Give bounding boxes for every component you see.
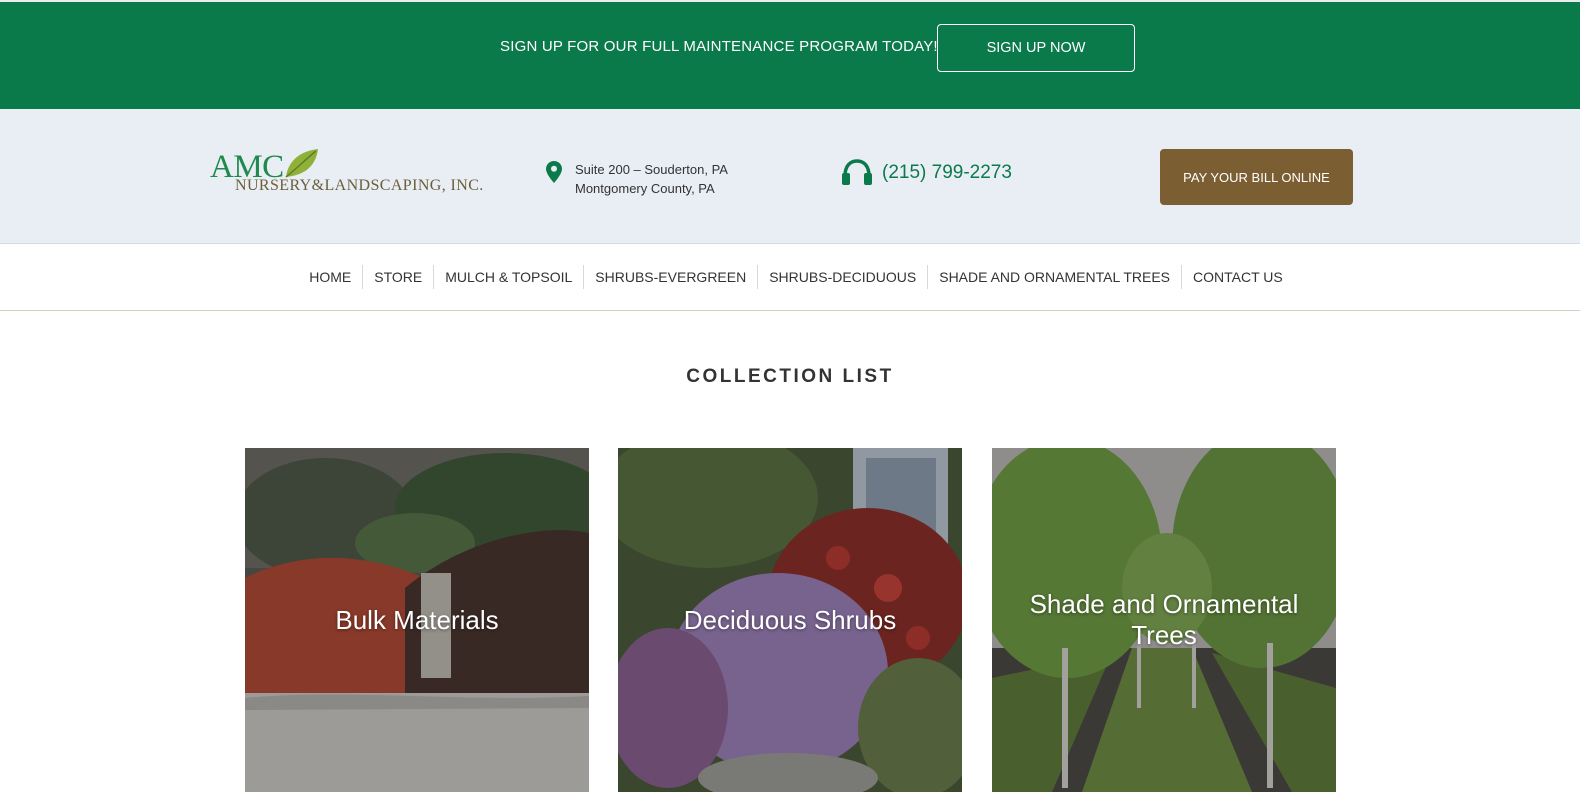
nav-item-shade-ornamental-trees[interactable]: SHADE AND ORNAMENTAL TREES (927, 265, 1181, 289)
site-header: AMC NURSERY&LANDSCAPING, INC. Suite 200 … (0, 109, 1580, 244)
nav-item-contact-us[interactable]: CONTACT US (1181, 265, 1294, 289)
collection-label: Deciduous Shrubs (683, 604, 897, 635)
nav-item-mulch-topsoil[interactable]: MULCH & TOPSOIL (433, 265, 583, 289)
collection-card-bulk-materials[interactable]: Bulk Materials (245, 448, 589, 792)
nav-item-shrubs-deciduous[interactable]: SHRUBS-DECIDUOUS (757, 265, 927, 289)
headphones-icon (842, 159, 872, 185)
map-pin-icon (546, 161, 562, 183)
leaf-icon (285, 149, 318, 178)
nav-item-shrubs-evergreen[interactable]: SHRUBS-EVERGREEN (583, 265, 757, 289)
logo-text-subtitle: NURSERY&LANDSCAPING, INC. (235, 177, 484, 194)
sign-up-button[interactable]: SIGN UP NOW (937, 24, 1135, 72)
page-title: COLLECTION LIST (686, 366, 894, 387)
promo-bar: SIGN UP FOR OUR FULL MAINTENANCE PROGRAM… (0, 0, 1580, 109)
collection-label: Shade and Ornamental Trees (1029, 589, 1299, 650)
phone-number[interactable]: (215) 799-2273 (882, 162, 1012, 184)
site-logo[interactable]: AMC NURSERY&LANDSCAPING, INC. (208, 147, 483, 205)
collection-label: Bulk Materials (335, 604, 499, 635)
collection-card-deciduous-shrubs[interactable]: Deciduous Shrubs (618, 448, 962, 792)
address-line-1: Suite 200 – Souderton, PA (575, 162, 728, 177)
address: Suite 200 – Souderton, PA Montgomery Cou… (575, 160, 728, 198)
pay-bill-button[interactable]: PAY YOUR BILL ONLINE (1160, 149, 1353, 205)
main-nav: HOME STORE MULCH & TOPSOIL SHRUBS-EVERGR… (0, 244, 1580, 311)
collection-card-shade-ornamental-trees[interactable]: Shade and Ornamental Trees (992, 448, 1336, 792)
nav-item-store[interactable]: STORE (362, 265, 433, 289)
nav-item-home[interactable]: HOME (298, 265, 362, 289)
promo-text: SIGN UP FOR OUR FULL MAINTENANCE PROGRAM… (500, 38, 938, 55)
address-line-2: Montgomery County, PA (575, 181, 715, 196)
